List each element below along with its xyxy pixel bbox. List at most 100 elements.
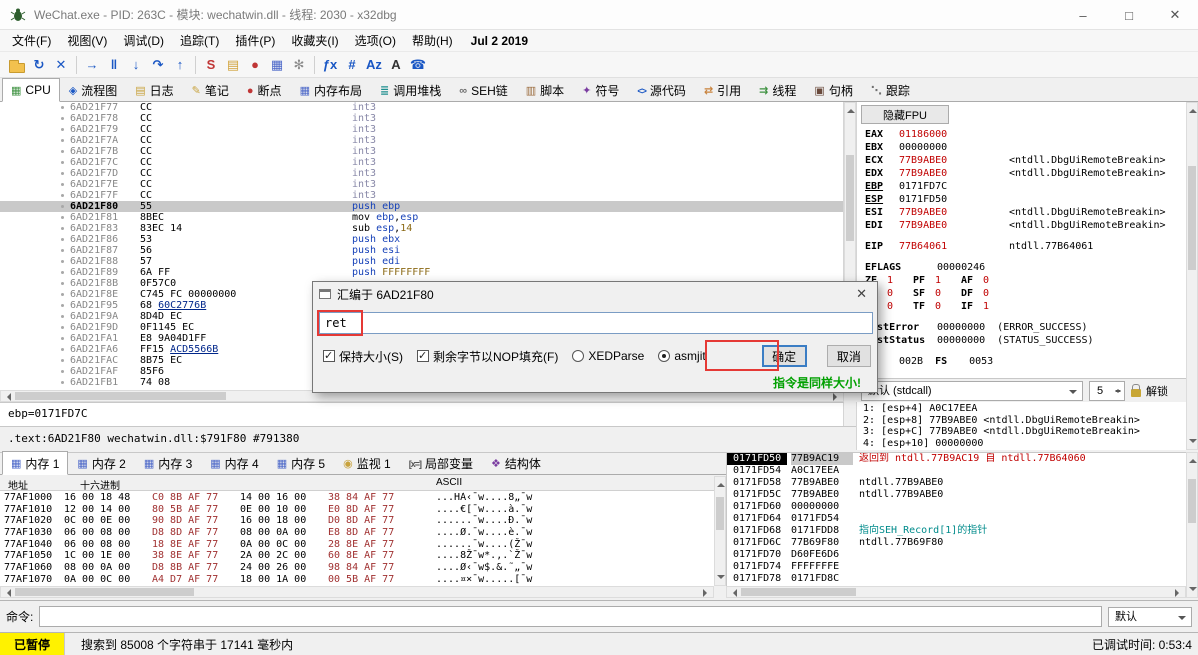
arg-count-spinner[interactable]: 5 bbox=[1089, 381, 1125, 401]
menu-item[interactable]: 收藏夹(I) bbox=[283, 30, 346, 51]
cancel-button[interactable]: 取消 bbox=[827, 345, 871, 367]
tab-trace[interactable]: ⋱跟踪 bbox=[862, 79, 919, 101]
stack-pane[interactable]: 0171FD5077B9AC19返回到 ntdll.77B9AC19 自 ntd… bbox=[726, 452, 1186, 598]
open-file-icon[interactable] bbox=[9, 63, 25, 73]
tab-dump-4[interactable]: ▦内存 4 bbox=[201, 452, 267, 474]
menu-item[interactable]: 选项(O) bbox=[347, 30, 404, 51]
scylla-icon[interactable]: S bbox=[200, 54, 222, 76]
scroll-arrow-icon[interactable] bbox=[729, 589, 737, 597]
scroll-arrow-icon[interactable] bbox=[1175, 589, 1183, 597]
tab-notes[interactable]: ✎笔记 bbox=[183, 79, 238, 101]
memory-map-icon[interactable]: ▦ bbox=[266, 54, 288, 76]
disasm-row[interactable]: 6AD21F7DCCint3 bbox=[0, 168, 843, 179]
register-row[interactable]: EAX01186000 bbox=[865, 128, 1184, 141]
menu-item[interactable]: 帮助(H) bbox=[404, 30, 461, 51]
register-row[interactable]: LastStatus00000000(STATUS_SUCCESS) bbox=[865, 334, 1184, 347]
register-row[interactable]: EDX77B9ABE0<ntdll.DbgUiRemoteBreakin> bbox=[865, 167, 1184, 180]
scroll-arrow-icon[interactable] bbox=[3, 393, 11, 401]
argument-row[interactable]: 4: [esp+10] 00000000 bbox=[863, 438, 1186, 450]
tab-handles[interactable]: ▣句柄 bbox=[805, 79, 861, 101]
register-row[interactable]: ESP0171FD50 bbox=[865, 193, 1184, 206]
dump-row[interactable]: 77AF103006 00 08 00D8 8D AF 7708 00 0A 0… bbox=[0, 527, 714, 539]
stack-row[interactable]: 0171FD680171FDD8指向SEH_Record[1]的指针 bbox=[727, 525, 1186, 537]
tab-cpu[interactable]: ▦CPU bbox=[2, 78, 60, 102]
stack-row[interactable]: 0171FD6000000000 bbox=[727, 501, 1186, 513]
calling-convention-select[interactable]: 默认 (stdcall) bbox=[861, 381, 1083, 401]
scroll-arrow-icon[interactable] bbox=[703, 589, 711, 597]
stack-vscrollbar[interactable] bbox=[1186, 452, 1198, 598]
dump-row[interactable]: 77AF101012 00 14 0080 5B AF 770E 00 10 0… bbox=[0, 504, 714, 516]
notes-icon[interactable]: ▤ bbox=[222, 54, 244, 76]
register-row[interactable]: EDI77B9ABE0<ntdll.DbgUiRemoteBreakin> bbox=[865, 219, 1184, 232]
disasm-row[interactable]: 6AD21F7BCCint3 bbox=[0, 146, 843, 157]
close-button[interactable]: ✕ bbox=[1152, 0, 1198, 30]
dump-row[interactable]: 77AF106008 00 0A 00D8 8B AF 7724 00 26 0… bbox=[0, 562, 714, 574]
command-input[interactable] bbox=[39, 606, 1102, 627]
dump-row[interactable]: 77AF10700A 00 0C 00A4 D7 AF 7718 00 1A 0… bbox=[0, 574, 714, 586]
menu-item[interactable]: 插件(P) bbox=[227, 30, 283, 51]
disasm-row[interactable]: 6AD21F8756push esi bbox=[0, 245, 843, 256]
tab-dump-2[interactable]: ▦内存 2 bbox=[68, 452, 134, 474]
register-row[interactable]: CF0TF0IF1 bbox=[865, 300, 1184, 313]
dump-row[interactable]: 77AF10200C 00 0E 0090 8D AF 7716 00 18 0… bbox=[0, 515, 714, 527]
register-row[interactable]: EFLAGS00000246 bbox=[865, 261, 1184, 274]
stack-row[interactable]: 0171FD6C77B69F80ntdll.77B69F80 bbox=[727, 537, 1186, 549]
tab-call-stack[interactable]: ≣调用堆栈 bbox=[371, 79, 450, 101]
disasm-row[interactable]: 6AD21F7ACCint3 bbox=[0, 135, 843, 146]
dump-hscrollbar[interactable] bbox=[0, 586, 714, 598]
tab-struct[interactable]: ❖结构体 bbox=[482, 452, 550, 474]
assemble-icon[interactable]: A bbox=[385, 54, 407, 76]
stack-row[interactable]: 0171FD74FFFFFFFE bbox=[727, 561, 1186, 573]
scroll-thumb[interactable] bbox=[741, 588, 856, 596]
assemble-input[interactable] bbox=[319, 312, 873, 334]
register-row[interactable]: OF0SF0DF0 bbox=[865, 287, 1184, 300]
disasm-row[interactable]: 6AD21F8653push ebx bbox=[0, 234, 843, 245]
maximize-button[interactable]: □ bbox=[1106, 0, 1152, 30]
menu-item[interactable]: 文件(F) bbox=[4, 30, 59, 51]
settings-icon[interactable]: ✻ bbox=[288, 54, 310, 76]
scroll-thumb[interactable] bbox=[846, 155, 854, 241]
tab-seh[interactable]: ∞SEH链 bbox=[450, 79, 517, 101]
hide-fpu-button[interactable]: 隐藏FPU bbox=[861, 105, 949, 124]
tab-dump-1[interactable]: ▦内存 1 bbox=[2, 451, 68, 475]
disasm-row[interactable]: 6AD21F7FCCint3 bbox=[0, 190, 843, 201]
tab-source[interactable]: <>源代码 bbox=[628, 79, 695, 101]
hash-icon[interactable]: # bbox=[341, 54, 363, 76]
dialog-close-icon[interactable]: ✕ bbox=[856, 286, 867, 302]
scroll-arrow-icon[interactable] bbox=[1189, 439, 1197, 447]
stack-row[interactable]: 0171FD780171FD8C bbox=[727, 573, 1186, 585]
tab-locals[interactable]: [x=]局部变量 bbox=[400, 452, 482, 474]
scroll-arrow-icon[interactable] bbox=[847, 105, 855, 113]
scroll-arrow-icon[interactable] bbox=[1189, 455, 1197, 463]
minimize-button[interactable]: – bbox=[1060, 0, 1106, 30]
register-row[interactable]: EBP0171FD7C bbox=[865, 180, 1184, 193]
tab-threads[interactable]: ⇉线程 bbox=[750, 79, 805, 101]
keep-size-checkbox[interactable] bbox=[323, 350, 335, 362]
scroll-arrow-icon[interactable] bbox=[1189, 587, 1197, 595]
register-row[interactable]: EIP77B64061ntdll.77B64061 bbox=[865, 240, 1184, 253]
asmjit-radio[interactable] bbox=[658, 350, 670, 362]
fx-icon[interactable]: ƒx bbox=[319, 54, 341, 76]
help-phone-icon[interactable]: ☎ bbox=[407, 54, 429, 76]
stack-row[interactable]: 0171FD54A0C17EEA bbox=[727, 465, 1186, 477]
disasm-row[interactable]: 6AD21F8383EC 14sub esp,14 bbox=[0, 223, 843, 234]
argument-row[interactable]: 1: [esp+4] A0C17EEA bbox=[863, 403, 1186, 415]
registers-vscrollbar[interactable] bbox=[1186, 102, 1198, 450]
az-icon[interactable]: Az bbox=[363, 54, 385, 76]
argument-row[interactable]: 3: [esp+C] 77B9ABE0 <ntdll.DbgUiRemoteBr… bbox=[863, 426, 1186, 438]
stack-row[interactable]: 0171FD640171FD54 bbox=[727, 513, 1186, 525]
scroll-thumb[interactable] bbox=[15, 588, 194, 596]
dump-vscrollbar[interactable] bbox=[714, 476, 726, 586]
disasm-row[interactable]: 6AD21F79CCint3 bbox=[0, 124, 843, 135]
register-row[interactable]: ECX77B9ABE0<ntdll.DbgUiRemoteBreakin> bbox=[865, 154, 1184, 167]
command-profile-select[interactable]: 默认 bbox=[1108, 607, 1192, 627]
disasm-row[interactable]: 6AD21F7ECCint3 bbox=[0, 179, 843, 190]
disasm-row[interactable]: 6AD21F7CCCint3 bbox=[0, 157, 843, 168]
tab-memory-map[interactable]: ▦内存布局 bbox=[291, 79, 371, 101]
stack-row[interactable]: 0171FD5077B9AC19返回到 ntdll.77B9AC19 自 ntd… bbox=[727, 453, 1186, 465]
tab-log[interactable]: ▤日志 bbox=[126, 79, 182, 101]
stack-row[interactable]: 0171FD70D60FE6D6 bbox=[727, 549, 1186, 561]
tab-symbols[interactable]: ✦符号 bbox=[573, 79, 628, 101]
disasm-row[interactable]: 6AD21F77CCint3 bbox=[0, 102, 843, 113]
nop-fill-checkbox[interactable] bbox=[417, 350, 429, 362]
